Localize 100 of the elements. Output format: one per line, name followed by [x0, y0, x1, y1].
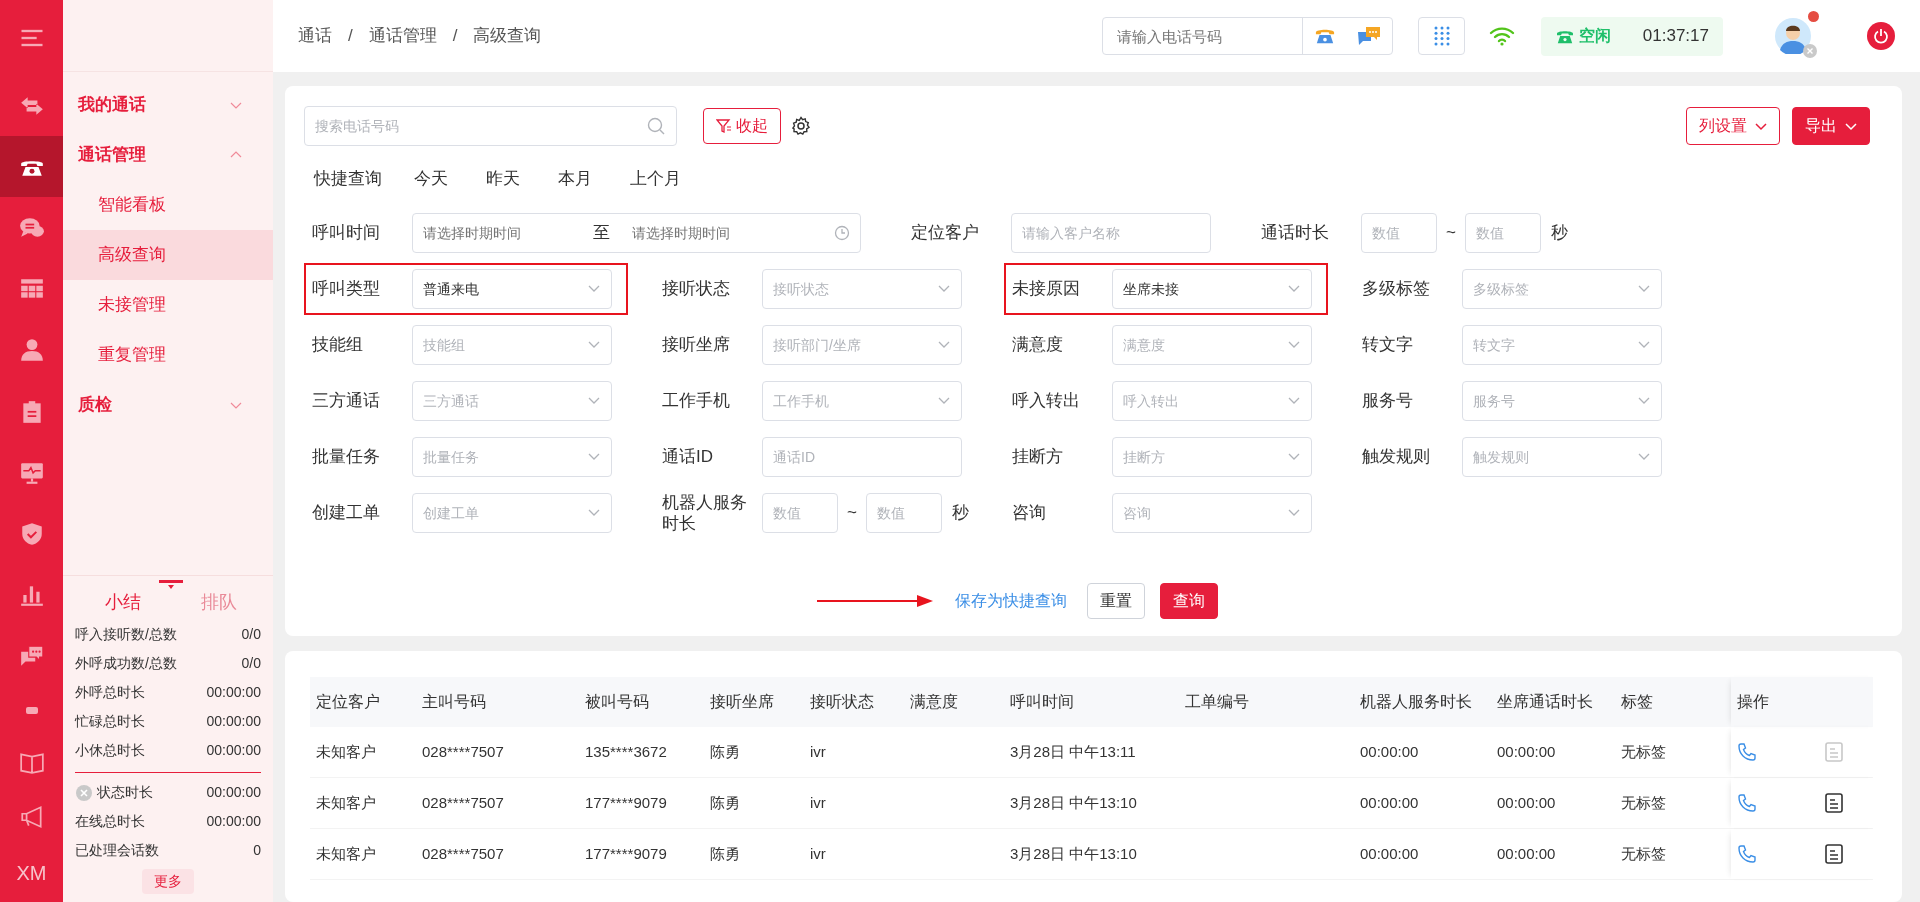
- phone-icon[interactable]: [1737, 793, 1757, 813]
- nav-item[interactable]: 高级查询: [63, 230, 273, 280]
- search-button[interactable]: 查询: [1160, 583, 1218, 619]
- nav-group[interactable]: 我的通话: [63, 80, 273, 130]
- input-field[interactable]: 请输入客户名称: [1011, 213, 1211, 253]
- reset-button[interactable]: 重置: [1087, 583, 1145, 619]
- end-date-field[interactable]: 请选择时期时间: [622, 222, 834, 244]
- table-cell: 无标签: [1621, 844, 1666, 862]
- select-field[interactable]: 接听部门/坐席: [762, 325, 962, 365]
- field-label: 通话时长: [1261, 222, 1330, 244]
- nav-group[interactable]: 通话管理: [63, 130, 273, 180]
- table-cell: 未知客户: [316, 844, 376, 862]
- range-separator: ~: [1446, 222, 1456, 245]
- summary-tab[interactable]: 小结: [105, 589, 141, 616]
- field-label: 触发规则: [1362, 446, 1431, 468]
- select-field[interactable]: 触发规则: [1462, 437, 1662, 477]
- nav-group[interactable]: 质检: [63, 380, 273, 430]
- status-panel[interactable]: 空闲 01:37:17: [1541, 16, 1723, 56]
- select-field[interactable]: 接听状态: [762, 269, 962, 309]
- field-label: 多级标签: [1362, 278, 1431, 300]
- select-field[interactable]: 多级标签: [1462, 269, 1662, 309]
- select-field[interactable]: 转文字: [1462, 325, 1662, 365]
- pointer-marker-icon: [159, 580, 183, 590]
- input-field[interactable]: 数值: [762, 493, 838, 533]
- table-cell: 00:00:00: [1360, 793, 1419, 811]
- table-cell: 3月28日 中午13:10: [1010, 844, 1137, 862]
- quick-query-link[interactable]: 上个月: [630, 166, 681, 192]
- field-label: 转文字: [1362, 334, 1414, 356]
- input-field[interactable]: 数值: [1464, 213, 1541, 253]
- save-quick-query-link[interactable]: 保存为快捷查询: [955, 589, 1067, 613]
- phone-icon[interactable]: [1737, 844, 1757, 864]
- dialpad-button[interactable]: [1418, 17, 1465, 55]
- select-field[interactable]: 满意度: [1112, 325, 1312, 365]
- stat-value: 0: [253, 841, 261, 860]
- column-header: 接听状态: [809, 692, 875, 712]
- quick-query-link[interactable]: 本月: [558, 166, 592, 192]
- table-cell: 3月28日 中午13:11: [1010, 742, 1136, 760]
- power-button[interactable]: [1867, 22, 1895, 50]
- field-label: 机器人服务时长: [662, 491, 748, 535]
- field-label: 批量任务: [312, 446, 381, 468]
- column-header: 机器人服务时长: [1359, 692, 1473, 712]
- chat-bubble-icon[interactable]: [1357, 25, 1382, 47]
- select-field[interactable]: 呼入转出: [1112, 381, 1312, 421]
- document-icon[interactable]: [1825, 793, 1843, 813]
- field-label: 呼叫类型: [312, 278, 381, 300]
- select-field[interactable]: 服务号: [1462, 381, 1662, 421]
- field-label: 未接原因: [1012, 278, 1081, 300]
- clock-icon: [834, 225, 850, 241]
- table-cell: 00:00:00: [1497, 742, 1556, 760]
- input-field[interactable]: 数值: [1361, 213, 1437, 253]
- column-header: 主叫号码: [421, 692, 487, 712]
- search-field[interactable]: 搜索电话号码: [304, 106, 677, 146]
- status-label: 空闲: [1579, 26, 1611, 46]
- table-cell: 135****3672: [585, 742, 667, 760]
- column-settings-button[interactable]: 列设置: [1686, 107, 1780, 145]
- table-cell: ivr: [810, 793, 826, 811]
- select-field[interactable]: 挂断方: [1112, 437, 1312, 477]
- stat-label: 呼入接听数/总数: [75, 625, 177, 644]
- stat-value: 00:00:00: [206, 712, 261, 731]
- search-icon: [647, 117, 665, 135]
- field-label: 呼叫时间: [312, 222, 381, 244]
- nav-item[interactable]: 重复管理: [63, 330, 273, 380]
- input-field[interactable]: 通话ID: [762, 437, 962, 477]
- select-field[interactable]: 工作手机: [762, 381, 962, 421]
- table-cell: 未知客户: [316, 742, 376, 760]
- nav-item[interactable]: 未接管理: [63, 280, 273, 330]
- stat-value: 00:00:00: [206, 683, 261, 702]
- breadcrumb-link[interactable]: 通话: [298, 23, 332, 49]
- select-field[interactable]: 技能组: [412, 325, 612, 365]
- rail-item[interactable]: [0, 136, 63, 198]
- select-field[interactable]: 坐席未接: [1112, 269, 1312, 309]
- close-circle-icon[interactable]: [75, 783, 93, 802]
- phone-search-field[interactable]: 请输入电话号码: [1102, 17, 1393, 55]
- breadcrumb-link[interactable]: 通话管理: [368, 23, 437, 49]
- stat-label: 状态时长: [97, 783, 153, 802]
- select-field[interactable]: 咨询: [1112, 493, 1312, 533]
- more-button[interactable]: 更多: [142, 869, 194, 894]
- summary-tab[interactable]: 排队: [201, 589, 237, 616]
- column-header: 呼叫时间: [1009, 692, 1075, 712]
- table-cell: 00:00:00: [1497, 793, 1556, 811]
- quick-query-link[interactable]: 昨天: [486, 166, 520, 192]
- select-field[interactable]: 普通来电: [412, 269, 612, 309]
- select-field[interactable]: 创建工单: [412, 493, 612, 533]
- phone-icon[interactable]: [1737, 742, 1757, 762]
- collapse-button[interactable]: 收起: [703, 108, 781, 144]
- caret-icon: [1845, 120, 1857, 132]
- stat-label: 外呼总时长: [75, 683, 145, 702]
- export-button[interactable]: 导出: [1792, 107, 1870, 145]
- date-range-field[interactable]: 请选择时期时间 至 请选择时期时间: [412, 213, 861, 253]
- start-date-field[interactable]: 请选择时期时间: [413, 222, 593, 244]
- caret-icon: [1755, 120, 1767, 132]
- document-icon[interactable]: [1825, 844, 1843, 864]
- quick-query-link[interactable]: 今天: [414, 166, 448, 192]
- input-field[interactable]: 数值: [865, 493, 942, 533]
- settings-icon[interactable]: [791, 116, 811, 136]
- select-field[interactable]: 批量任务: [412, 437, 612, 477]
- avatar-icon[interactable]: [1775, 18, 1811, 54]
- select-field[interactable]: 三方通话: [412, 381, 612, 421]
- nav-item[interactable]: 智能看板: [63, 180, 273, 230]
- rail-label[interactable]: XM: [16, 858, 47, 889]
